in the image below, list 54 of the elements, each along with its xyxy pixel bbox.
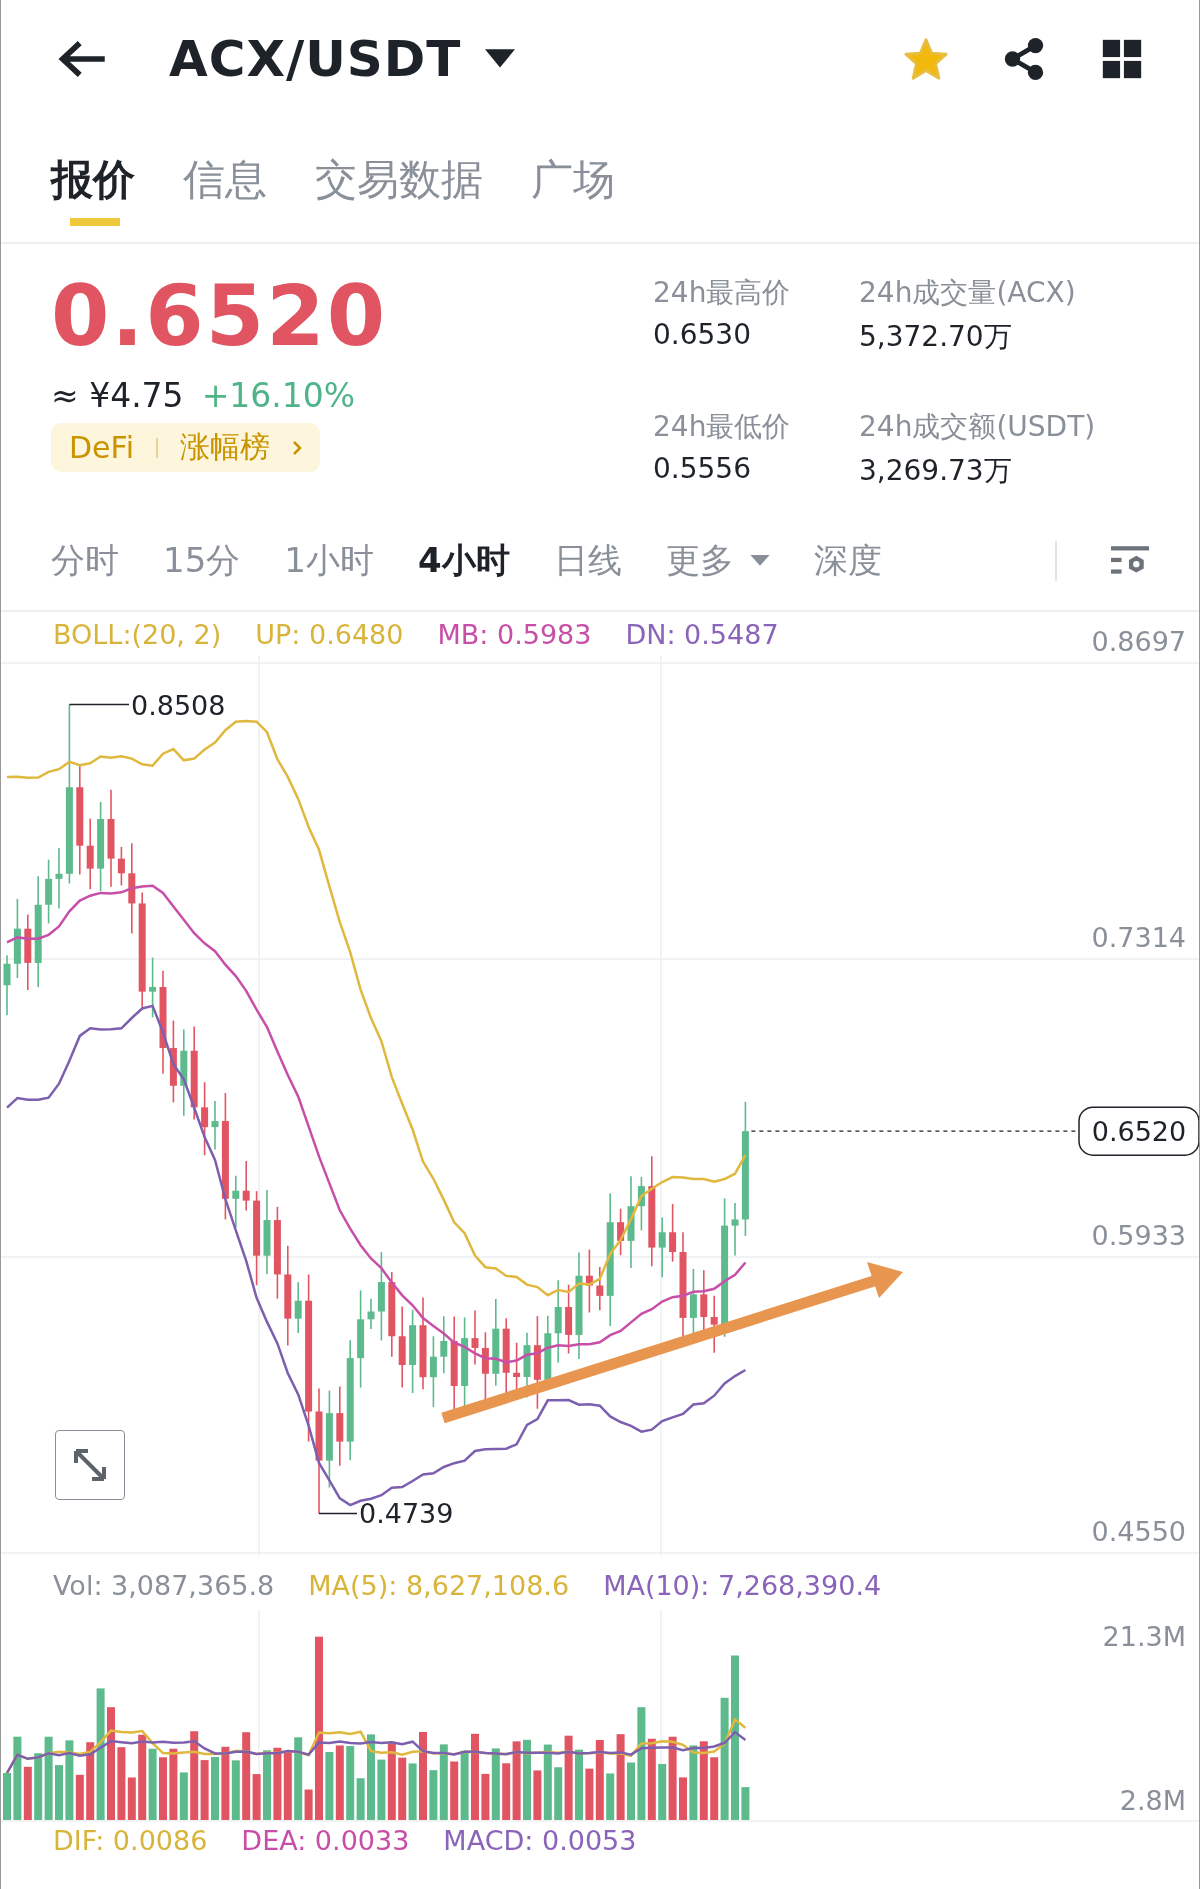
high-price-marker: 0.8508: [131, 689, 226, 721]
price-axis-label: 0.7314: [1091, 922, 1186, 953]
stat-value: 0.6530: [653, 318, 752, 351]
caret-icon[interactable]: [485, 49, 516, 69]
tab[interactable]: 报价: [51, 134, 135, 226]
stat-value: 0.5556: [653, 452, 752, 485]
caret-icon: [749, 555, 770, 567]
chart-settings-icon[interactable]: [1111, 545, 1149, 577]
current-price-tag: 0.6520: [1078, 1106, 1199, 1156]
price-axis-label: 0.5933: [1091, 1220, 1186, 1251]
interval-tab[interactable]: 15分: [163, 538, 241, 584]
stat-label: 24h成交量(ACX): [859, 275, 1077, 311]
volume-legend: MA(10): 7,268,390.4: [603, 1569, 882, 1601]
interval-tab[interactable]: 深度: [813, 538, 882, 584]
volume-axis-label: 21.3M: [1102, 1621, 1186, 1652]
tag-label: 涨幅榜: [179, 428, 270, 466]
chevron-icon: [291, 439, 302, 456]
last-price: 0.6520: [51, 266, 389, 366]
low-price-marker: 0.4739: [359, 1498, 454, 1530]
interval-tab[interactable]: 日线: [553, 538, 622, 584]
interval-tab[interactable]: 1小时: [284, 538, 374, 584]
tab[interactable]: 交易数据: [315, 134, 483, 226]
back-arrow-icon[interactable]: [57, 39, 107, 79]
volume-legend: Vol: 3,087,365.8: [53, 1569, 275, 1601]
price-change: +16.10%: [201, 376, 356, 415]
tag-pill[interactable]: DeFi 涨幅榜: [51, 423, 320, 472]
indicator-legend: MB: 0.5983: [437, 618, 592, 650]
volume-axis-label: 2.8M: [1119, 1785, 1186, 1816]
stat-value: 5,372.70万: [859, 319, 1013, 355]
leader-line: [318, 1512, 358, 1515]
indicator-legend: UP: 0.6480: [255, 618, 404, 650]
tab[interactable]: 信息: [183, 134, 267, 226]
interval-tab[interactable]: 分时: [51, 538, 119, 584]
stat-value: 3,269.73万: [859, 453, 1013, 489]
expand-button[interactable]: [55, 1430, 125, 1500]
cny-price: ≈ ¥4.75: [51, 376, 184, 415]
indicator-legend: DN: 0.5487: [625, 618, 779, 650]
price-axis-label: 0.4550: [1091, 1516, 1186, 1547]
leader-line: [68, 703, 130, 706]
tag-label: DeFi: [69, 430, 134, 465]
macd-legend: MACD: 0.0053: [443, 1824, 637, 1856]
tab[interactable]: 广场: [531, 134, 615, 226]
macd-legend: DIF: 0.0086: [53, 1824, 208, 1856]
pair-title[interactable]: ACX/USDT: [169, 30, 462, 88]
stat-label: 24h最高价: [653, 275, 792, 311]
stat-label: 24h最低价: [653, 409, 792, 445]
price-axis-label: 0.8697: [1091, 626, 1186, 657]
more-dropdown[interactable]: 更多: [665, 538, 770, 584]
star-icon[interactable]: [903, 36, 949, 82]
stat-label: 24h成交额(USDT): [859, 409, 1097, 445]
macd-legend: DEA: 0.0033: [241, 1824, 410, 1856]
interval-tab[interactable]: 4小时: [417, 538, 510, 584]
indicator-legend: BOLL:(20, 2): [53, 618, 222, 650]
volume-legend: MA(5): 8,627,108.6: [308, 1569, 570, 1601]
